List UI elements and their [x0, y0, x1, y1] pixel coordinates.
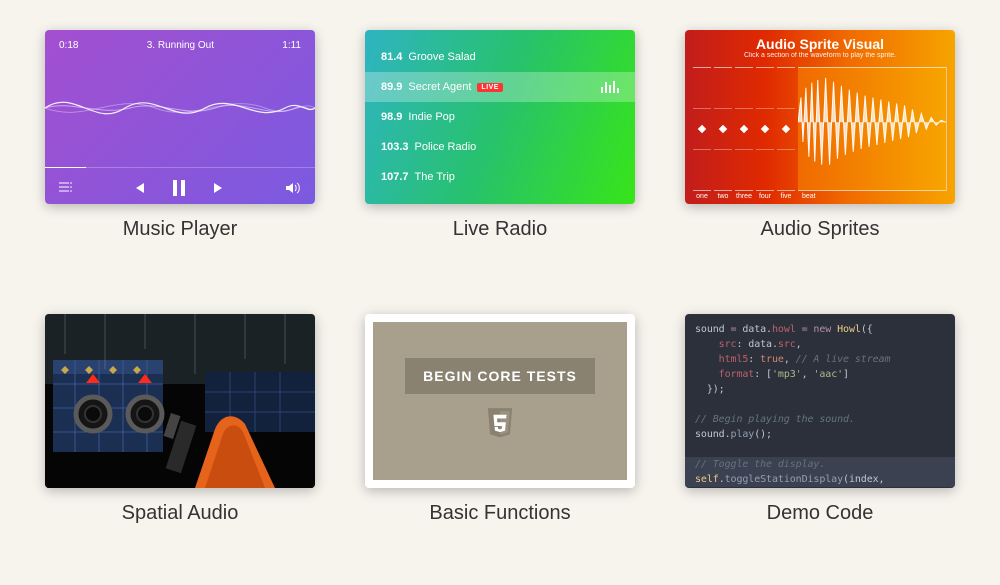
music-player-thumb: 0:18 3. Running Out 1:11: [45, 30, 315, 204]
html5-icon: [485, 408, 515, 445]
demo-grid: 0:18 3. Running Out 1:11: [0, 0, 1000, 556]
live-badge: LIVE: [477, 83, 503, 92]
progress-bar: [45, 167, 315, 168]
playlist-icon: [59, 182, 73, 194]
next-track-icon: [212, 181, 226, 195]
sprites-labels: one two three four five beat: [685, 191, 955, 204]
basic-functions-thumb: BEGIN CORE TESTS: [365, 314, 635, 488]
station-row: 107.7The Trip: [365, 162, 635, 192]
prev-track-icon: [132, 181, 146, 195]
caption-spatial: Spatial Audio: [122, 502, 239, 525]
station-row: 103.3Police Radio: [365, 132, 635, 162]
sprites-subtitle: Click a section of the waveform to play …: [685, 52, 955, 59]
card-live-radio[interactable]: 81.4Groove Salad 89.9Secret Agent LIVE 9…: [365, 30, 635, 272]
spatial-audio-thumb: [45, 314, 315, 488]
time-elapsed: 0:18: [59, 40, 78, 51]
sprites-title: Audio Sprite Visual: [685, 36, 955, 52]
pause-icon: [172, 180, 186, 196]
audio-sprites-thumb: Audio Sprite Visual Click a section of t…: [685, 30, 955, 204]
time-total: 1:11: [282, 40, 301, 51]
caption-music: Music Player: [123, 218, 237, 241]
card-basic-functions[interactable]: BEGIN CORE TESTS Basic Functions: [365, 314, 635, 556]
caption-radio: Live Radio: [453, 218, 548, 241]
card-audio-sprites[interactable]: Audio Sprite Visual Click a section of t…: [685, 30, 955, 272]
card-demo-code[interactable]: sound = data.howl = new Howl({ src: data…: [685, 314, 955, 556]
station-row: 98.9Indie Pop: [365, 102, 635, 132]
station-row-selected: 89.9Secret Agent LIVE: [365, 72, 635, 102]
sprites-waveform: [685, 61, 955, 191]
caption-sprites: Audio Sprites: [761, 218, 880, 241]
station-row: 81.4Groove Salad: [365, 42, 635, 72]
demo-code-thumb: sound = data.howl = new Howl({ src: data…: [685, 314, 955, 488]
waveform-visual: [45, 78, 315, 138]
caption-demo: Demo Code: [767, 502, 874, 525]
live-radio-thumb: 81.4Groove Salad 89.9Secret Agent LIVE 9…: [365, 30, 635, 204]
volume-icon: [285, 182, 301, 194]
card-music-player[interactable]: 0:18 3. Running Out 1:11: [45, 30, 315, 272]
equalizer-icon: [601, 81, 619, 93]
track-title: 3. Running Out: [147, 40, 214, 51]
caption-basic: Basic Functions: [429, 502, 570, 525]
begin-tests-button: BEGIN CORE TESTS: [405, 358, 595, 394]
card-spatial-audio[interactable]: Spatial Audio: [45, 314, 315, 556]
